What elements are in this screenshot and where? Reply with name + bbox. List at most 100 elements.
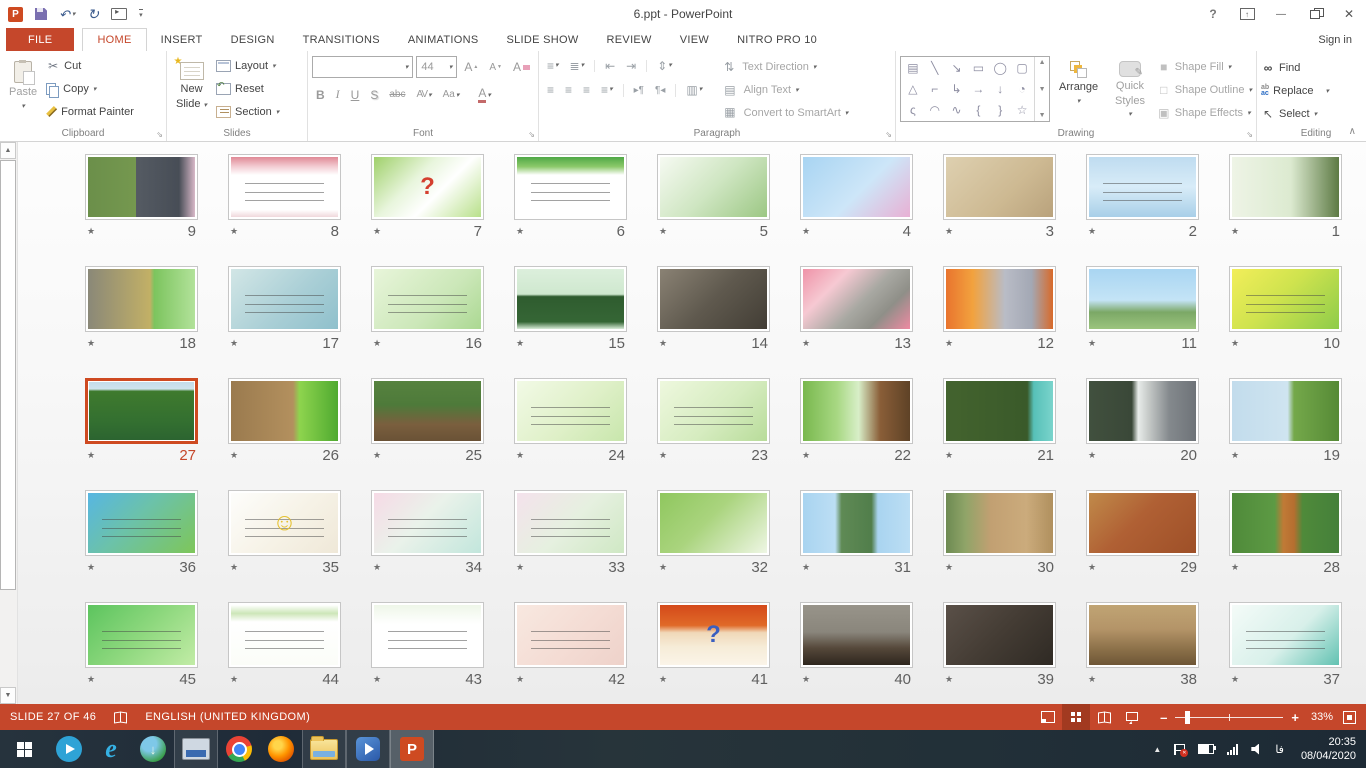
customize-quick-access-icon[interactable] (139, 9, 143, 19)
font-dialog-launcher[interactable] (528, 130, 535, 139)
slide-thumbnail-17[interactable] (228, 266, 341, 332)
slide-thumbnail-4[interactable] (800, 154, 913, 220)
slide-thumbnail-23[interactable] (657, 378, 770, 444)
shapes-scroll-down-icon[interactable]: ▼ (1039, 86, 1046, 93)
slide-thumbnail-24[interactable] (514, 378, 627, 444)
network-signal-icon[interactable] (1227, 744, 1238, 755)
language-status[interactable]: ENGLISH (UNITED KINGDOM) (145, 711, 310, 723)
font-size-combo[interactable]: 44 (416, 56, 457, 78)
slide-thumbnail-44[interactable] (228, 602, 341, 668)
select-button[interactable]: Select (1261, 102, 1366, 125)
taskbar-telegram[interactable] (48, 730, 90, 768)
slide-thumbnail-45[interactable] (85, 602, 198, 668)
slideshow-view-button[interactable] (1118, 704, 1146, 730)
tab-home[interactable]: HOME (82, 28, 146, 51)
character-spacing-button[interactable] (412, 87, 435, 102)
increase-font-size-button[interactable] (460, 58, 482, 76)
slide-thumbnail-7[interactable]: ? (371, 154, 484, 220)
columns-button[interactable] (682, 82, 706, 98)
slide-thumbnail-9[interactable] (85, 154, 198, 220)
scroll-up-button[interactable] (0, 142, 16, 159)
taskbar-file-explorer[interactable] (302, 730, 346, 768)
zoom-slider-thumb[interactable] (1185, 711, 1190, 724)
align-left-button[interactable] (543, 82, 558, 98)
align-text-button[interactable]: Align Text (720, 79, 848, 102)
rectangle-shape-icon[interactable]: ▭ (973, 62, 984, 74)
shape-outline-button[interactable]: Shape Outline (1157, 79, 1252, 102)
oval-shape-icon[interactable]: ◯ (994, 62, 1007, 74)
normal-view-button[interactable] (1034, 704, 1062, 730)
taskbar-media-player[interactable] (346, 730, 390, 768)
section-button[interactable]: Section (216, 100, 279, 123)
ribbon-display-options-button[interactable] (1230, 0, 1264, 28)
tab-slide-show[interactable]: SLIDE SHOW (492, 28, 592, 51)
tab-animations[interactable]: ANIMATIONS (394, 28, 493, 51)
new-slide-button[interactable]: New Slide (171, 54, 212, 124)
taskbar-clock[interactable]: 20:35 08/04/2020 (1297, 735, 1356, 763)
cut-button[interactable]: Cut (46, 54, 134, 77)
slide-thumbnail-35[interactable]: ☺ (228, 490, 341, 556)
slide-thumbnail-37[interactable] (1229, 602, 1342, 668)
slide-thumbnail-30[interactable] (943, 490, 1056, 556)
text-direction-button[interactable]: Text Direction (720, 56, 848, 79)
taskbar-firefox[interactable] (260, 730, 302, 768)
slide-thumbnail-41[interactable]: ? (657, 602, 770, 668)
slide-thumbnail-43[interactable] (371, 602, 484, 668)
reading-view-button[interactable] (1090, 704, 1118, 730)
slide-thumbnail-15[interactable] (514, 266, 627, 332)
decrease-font-size-button[interactable] (485, 60, 506, 75)
arc-shape-icon[interactable]: ◠ (930, 104, 940, 116)
strikethrough-button[interactable] (385, 87, 409, 102)
scribble-shape-icon[interactable]: ς (910, 104, 916, 116)
right-to-left-button[interactable] (651, 84, 669, 98)
numbering-button[interactable] (566, 58, 589, 74)
change-case-button[interactable] (439, 87, 464, 102)
slide-thumbnail-12[interactable] (943, 266, 1056, 332)
slide-thumbnail-16[interactable] (371, 266, 484, 332)
taskbar-internet-explorer[interactable] (90, 730, 132, 768)
zoom-out-button[interactable]: – (1160, 710, 1167, 725)
slide-thumbnail-26[interactable] (228, 378, 341, 444)
zoom-slider[interactable] (1175, 717, 1283, 718)
right-brace-shape-icon[interactable]: } (998, 104, 1002, 116)
action-center-flag-icon[interactable] (1174, 744, 1185, 755)
taskbar-remote-desktop[interactable] (174, 730, 218, 768)
slide-thumbnail-1[interactable] (1229, 154, 1342, 220)
taskbar-chrome[interactable] (218, 730, 260, 768)
shape-effects-button[interactable]: Shape Effects (1157, 101, 1252, 124)
slide-thumbnail-27[interactable] (85, 378, 198, 444)
tab-review[interactable]: REVIEW (593, 28, 666, 51)
tab-nitro-pro-10[interactable]: NITRO PRO 10 (723, 28, 831, 51)
shapes-gallery-scrollbar[interactable]: ▲ ▼ ▼ (1034, 57, 1049, 121)
taskbar-powerpoint[interactable] (390, 730, 434, 768)
slide-thumbnail-18[interactable] (85, 266, 198, 332)
bold-button[interactable] (312, 86, 329, 104)
italic-button[interactable] (332, 85, 344, 104)
shapes-gallery[interactable]: ▤╲↘▭◯▢△⌐↳→↓◔ς◠∿{}☆ ▲ ▼ ▼ (900, 56, 1050, 122)
vertical-scrollbar[interactable] (0, 142, 18, 704)
collapse-ribbon-button[interactable] (1349, 126, 1356, 137)
bullets-button[interactable] (543, 58, 563, 74)
line-shape-icon[interactable]: ╲ (931, 62, 938, 74)
slide-thumbnail-11[interactable] (1086, 266, 1199, 332)
drawing-dialog-launcher[interactable] (1246, 130, 1253, 139)
shapes-more-icon[interactable]: ▼ (1039, 112, 1046, 119)
slide-thumbnail-38[interactable] (1086, 602, 1199, 668)
reset-button[interactable]: Reset (216, 77, 279, 100)
fit-slide-to-window-button[interactable] (1343, 711, 1356, 724)
slide-thumbnail-34[interactable] (371, 490, 484, 556)
slide-thumbnail-13[interactable] (800, 266, 913, 332)
start-slideshow-button[interactable] (111, 8, 127, 20)
minimize-button[interactable] (1264, 0, 1298, 28)
help-button[interactable] (1196, 0, 1230, 28)
elbow-arrow-shape-icon[interactable]: ↳ (952, 83, 962, 95)
slide-thumbnail-8[interactable] (228, 154, 341, 220)
zoom-in-button[interactable]: + (1291, 710, 1299, 725)
elbow-connector-shape-icon[interactable]: ⌐ (931, 83, 938, 95)
taskbar-download-manager[interactable] (132, 730, 174, 768)
copy-button[interactable]: Copy (46, 77, 134, 100)
tab-view[interactable]: VIEW (666, 28, 723, 51)
save-icon[interactable] (35, 8, 47, 20)
font-name-combo[interactable] (312, 56, 413, 78)
left-to-right-button[interactable] (630, 84, 648, 98)
